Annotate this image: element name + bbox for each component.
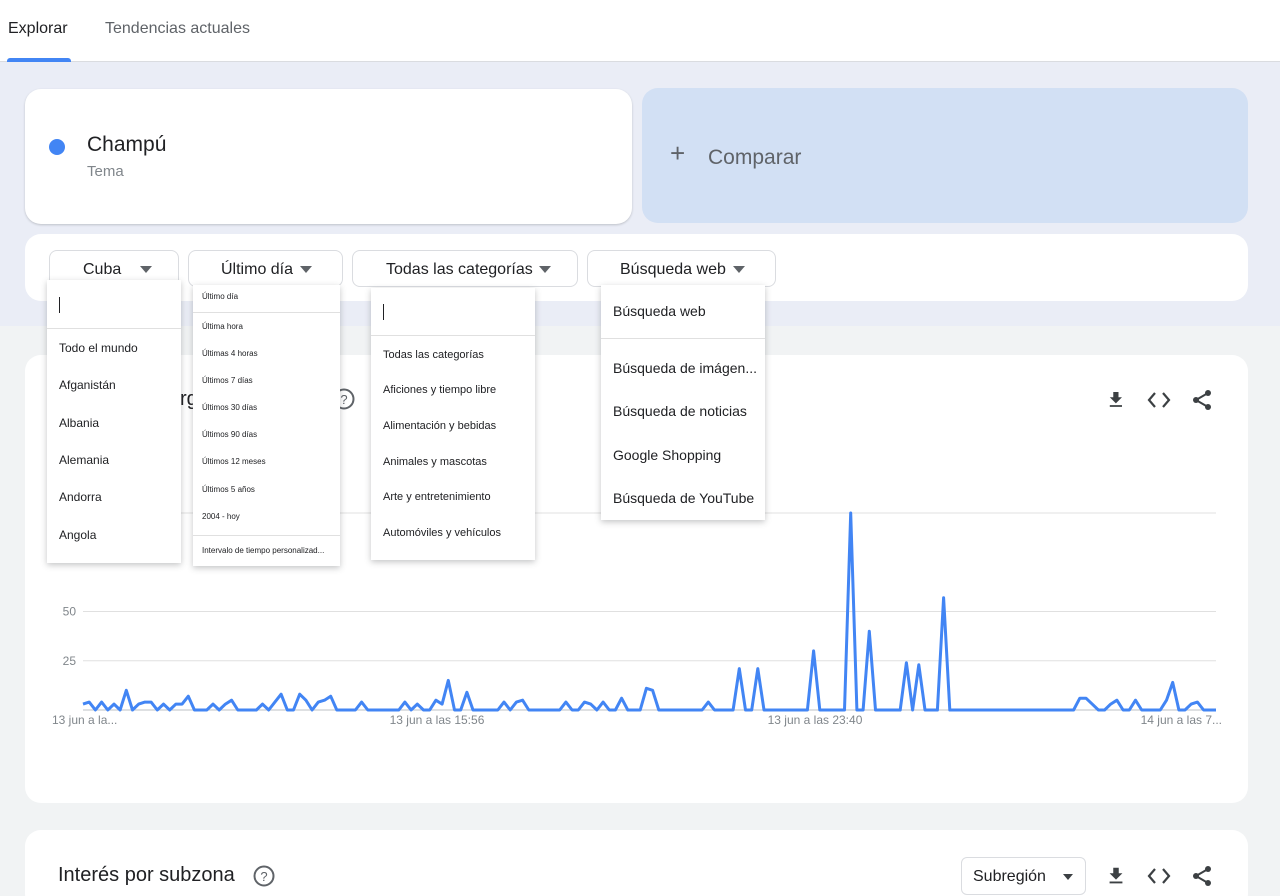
region-option[interactable]: Afganistán [59, 378, 116, 392]
search-type-filter-label: Búsqueda web [620, 261, 726, 278]
region-dropdown: Todo el mundo Afganistán Albania Alemani… [47, 280, 181, 563]
time-option[interactable]: 2004 - hoy [202, 512, 240, 521]
search-type-option[interactable]: Búsqueda de noticias [613, 403, 747, 419]
category-option[interactable]: Automóviles y vehículos [383, 527, 501, 539]
custom-time-range-option[interactable]: Intervalo de tiempo personalizad... [202, 546, 324, 555]
search-type-option-current[interactable]: Búsqueda web [613, 303, 706, 319]
search-type-option[interactable]: Búsqueda de imágen... [613, 360, 757, 376]
time-option[interactable]: Últimas 4 horas [202, 349, 258, 358]
chevron-down-icon [140, 266, 152, 273]
category-option[interactable]: Arte y entretenimiento [383, 491, 491, 503]
category-filter-button[interactable]: Todas las categorías [352, 250, 578, 287]
top-navigation: Explorar Tendencias actuales [0, 0, 1280, 62]
time-option[interactable]: Últimos 12 meses [202, 457, 266, 466]
time-option[interactable]: Últimos 7 días [202, 376, 253, 385]
region-option[interactable]: Angola [59, 528, 96, 542]
time-filter-button[interactable]: Último día [188, 250, 343, 287]
category-option[interactable]: Todas las categorías [383, 349, 484, 361]
category-filter-label: Todas las categorías [386, 261, 533, 278]
compare-label: Comparar [708, 146, 802, 169]
download-icon[interactable] [1105, 865, 1127, 892]
x-tick-label: 13 jun a las 15:56 [390, 713, 485, 727]
search-type-option[interactable]: Búsqueda de YouTube [613, 490, 754, 506]
active-tab-indicator [7, 58, 71, 62]
chevron-down-icon [539, 266, 551, 273]
region-option[interactable]: Andorra [59, 490, 102, 504]
subregion-select-label: Subregión [973, 868, 1046, 885]
y-tick-label: 50 [63, 605, 77, 619]
search-term-card[interactable]: Champú Tema [25, 89, 632, 224]
category-search-input[interactable] [371, 290, 535, 336]
x-tick-label: 14 jun a las 7... [1141, 713, 1222, 727]
share-icon[interactable] [1190, 864, 1214, 893]
term-name: Champú [87, 133, 167, 156]
compare-button[interactable]: + Comparar [642, 88, 1248, 223]
category-option[interactable]: Alimentación y bebidas [383, 420, 496, 432]
time-filter-label: Último día [221, 261, 294, 278]
search-type-dropdown: Búsqueda web Búsqueda de imágen... Búsqu… [601, 285, 765, 520]
download-icon[interactable] [1105, 389, 1127, 416]
category-option[interactable]: Animales y mascotas [383, 456, 487, 468]
share-icon[interactable] [1190, 388, 1214, 417]
y-tick-label: 25 [63, 654, 77, 668]
help-icon[interactable]: ? [253, 865, 275, 892]
time-option[interactable]: Últimos 90 días [202, 430, 257, 439]
embed-code-icon[interactable] [1147, 865, 1171, 892]
svg-text:?: ? [260, 869, 267, 884]
chevron-down-icon [300, 266, 312, 273]
region-option[interactable]: Alemania [59, 453, 109, 467]
x-tick-label: 13 jun a las 23:40 [768, 713, 863, 727]
chevron-down-icon [1063, 874, 1073, 880]
region-option[interactable]: Todo el mundo [59, 341, 138, 355]
time-option[interactable]: Últimos 5 años [202, 485, 255, 494]
svg-text:?: ? [340, 392, 347, 407]
plus-icon: + [670, 138, 686, 168]
time-dropdown: Último día Última hora Últimas 4 horas Ú… [193, 285, 340, 566]
subregion-select[interactable]: Subregión [961, 857, 1086, 895]
chevron-down-icon [733, 266, 745, 273]
embed-code-icon[interactable] [1147, 389, 1171, 416]
search-type-option[interactable]: Google Shopping [613, 447, 721, 463]
time-option-current[interactable]: Último día [202, 292, 238, 301]
tab-explore[interactable]: Explorar [8, 20, 68, 38]
search-type-filter-button[interactable]: Búsqueda web [587, 250, 776, 287]
category-option[interactable]: Aficiones y tiempo libre [383, 384, 496, 396]
x-tick-label: 13 jun a la... [52, 713, 117, 727]
region-filter-label: Cuba [83, 261, 122, 278]
time-option[interactable]: Última hora [202, 322, 243, 331]
region-option[interactable]: Albania [59, 416, 99, 430]
term-type: Tema [87, 163, 124, 180]
region-search-input[interactable] [47, 283, 181, 329]
subregion-title: Interés por subzona [58, 864, 235, 886]
time-option[interactable]: Últimos 30 días [202, 403, 257, 412]
term-color-dot [49, 139, 65, 155]
tab-trending-now[interactable]: Tendencias actuales [105, 20, 250, 38]
category-dropdown: Todas las categorías Aficiones y tiempo … [371, 288, 535, 560]
